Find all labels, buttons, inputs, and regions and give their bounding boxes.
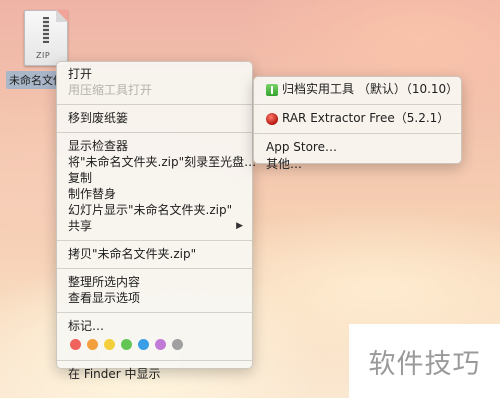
tag-color-row [57, 334, 252, 354]
submenu-item-app-store[interactable]: App Store… [254, 139, 461, 156]
submenu-separator [254, 133, 461, 134]
rar-extractor-icon [266, 112, 278, 125]
menu-item-copy[interactable]: 拷贝"未命名文件夹.zip" [57, 246, 252, 262]
menu-item-share[interactable]: 共享 ▶ [57, 218, 252, 234]
menu-separator [57, 312, 252, 313]
file-name-label[interactable]: 未命名文件 [6, 71, 58, 89]
submenu-item-archive-utility[interactable]: 归档实用工具 （默认）（10.10） [254, 81, 461, 98]
menu-item-show-inspector[interactable]: 显示检查器 [57, 138, 252, 154]
tag-yellow-dot[interactable] [104, 339, 115, 350]
archive-utility-label: 归档实用工具 （默认）（10.10） [282, 82, 459, 96]
submenu-item-rar-extractor[interactable]: RAR Extractor Free（5.2.1） [254, 110, 461, 127]
submenu-item-other[interactable]: 其他… [254, 156, 461, 173]
menu-item-duplicate[interactable]: 复制 [57, 170, 252, 186]
menu-item-show-in-finder[interactable]: 在 Finder 中显示 [57, 366, 252, 382]
archive-utility-icon [266, 83, 278, 96]
watermark-text: 软件技巧 [349, 324, 500, 398]
zip-label: ZIP [36, 51, 51, 60]
rar-extractor-label: RAR Extractor Free（5.2.1） [282, 111, 450, 125]
menu-item-make-alias[interactable]: 制作替身 [57, 186, 252, 202]
zip-file-icon[interactable]: ZIP [24, 10, 68, 66]
tag-green-dot[interactable] [121, 339, 132, 350]
submenu-arrow-icon: ▶ [236, 221, 243, 231]
tag-gray-dot[interactable] [172, 339, 183, 350]
menu-item-open-with[interactable]: 用压缩工具打开 [57, 82, 252, 98]
tag-purple-dot[interactable] [155, 339, 166, 350]
menu-item-open[interactable]: 打开 [57, 66, 252, 82]
menu-item-share-label: 共享 [68, 219, 93, 233]
tag-red-dot[interactable] [70, 339, 81, 350]
menu-item-tags[interactable]: 标记… [57, 318, 252, 334]
menu-separator [57, 240, 252, 241]
menu-item-slideshow[interactable]: 幻灯片显示"未命名文件夹.zip" [57, 202, 252, 218]
submenu-separator [254, 104, 461, 105]
menu-item-clean-up[interactable]: 整理所选内容 [57, 274, 252, 290]
menu-separator [57, 132, 252, 133]
page-fold-decoration [56, 10, 68, 22]
menu-separator [57, 268, 252, 269]
menu-item-burn-to-disc[interactable]: 将"未命名文件夹.zip"刻录至光盘… [57, 154, 256, 170]
menu-item-view-options[interactable]: 查看显示选项 [57, 290, 252, 306]
tag-blue-dot[interactable] [138, 339, 149, 350]
open-with-submenu: 归档实用工具 （默认）（10.10） RAR Extractor Free（5.… [253, 76, 462, 171]
menu-item-move-to-trash[interactable]: 移到废纸篓 [57, 110, 252, 126]
zipper-decoration [43, 17, 49, 43]
menu-separator [57, 104, 252, 105]
menu-separator [57, 360, 252, 361]
context-menu: 打开 用压缩工具打开 移到废纸篓 显示检查器 将"未命名文件夹.zip"刻录至光… [56, 61, 256, 381]
tag-orange-dot[interactable] [87, 339, 98, 350]
